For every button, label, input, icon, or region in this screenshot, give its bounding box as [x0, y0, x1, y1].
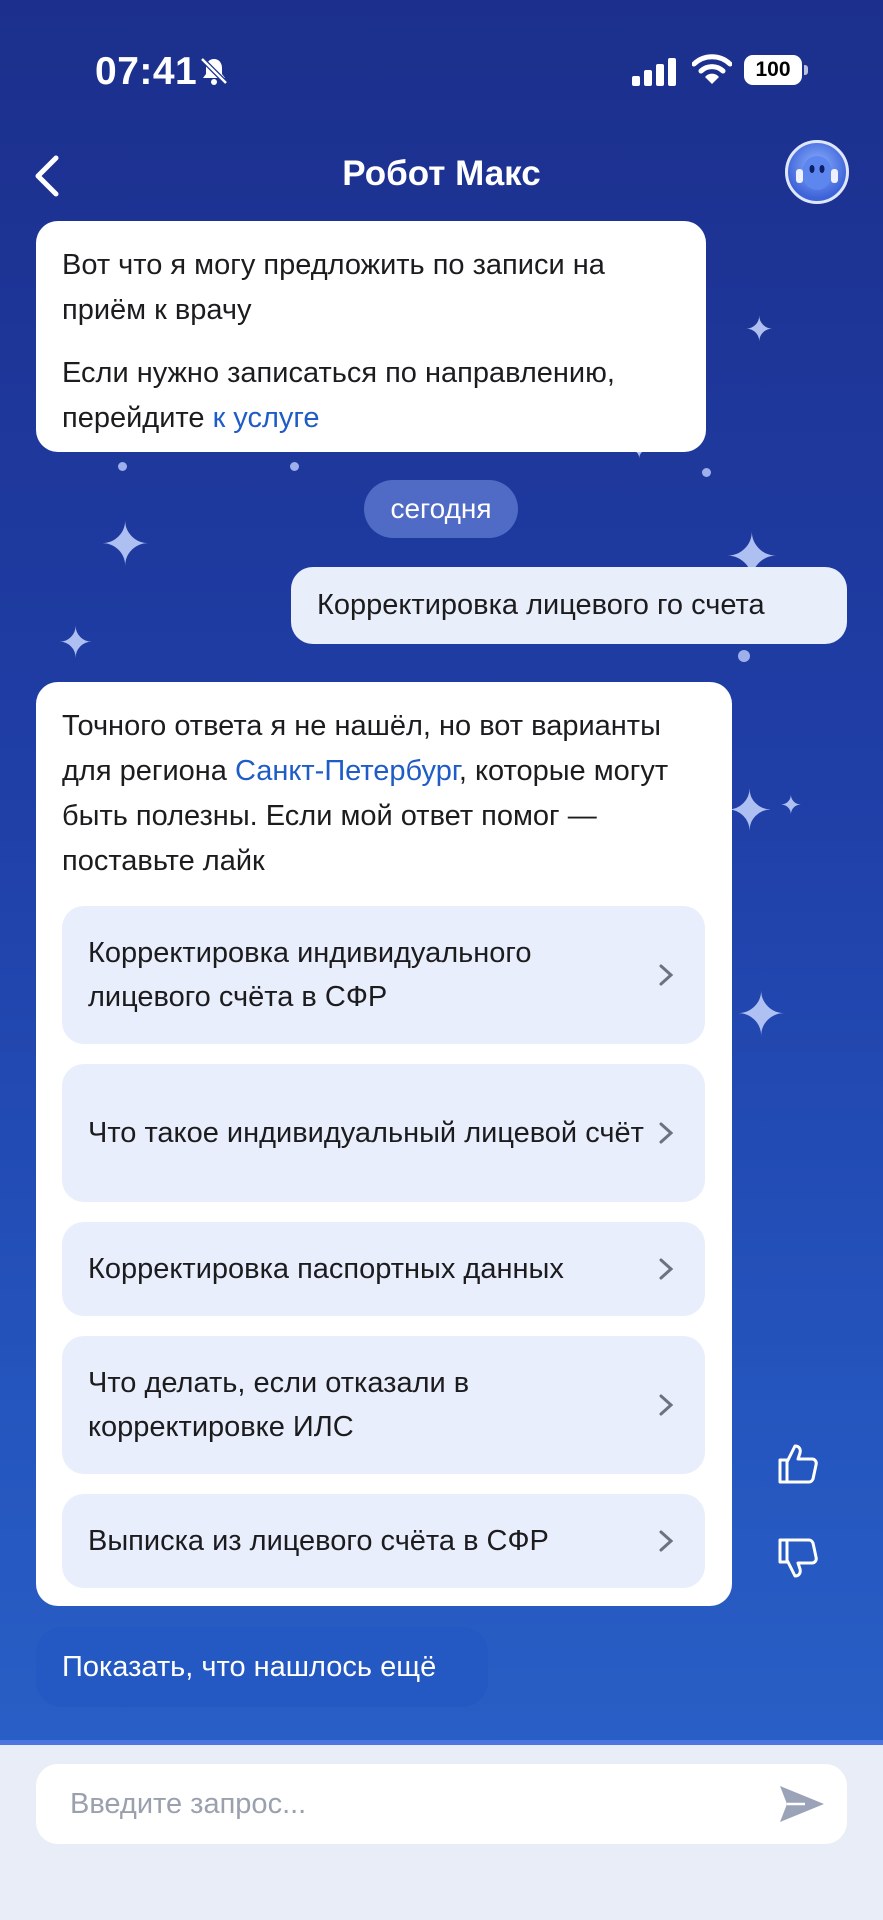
background-star: ✦	[58, 619, 94, 666]
chevron-right-icon	[659, 964, 674, 986]
background-star: ✦	[726, 779, 773, 842]
suggestion-item[interactable]: Корректировка индивидуального лицевого с…	[62, 906, 705, 1044]
cellular-signal-icon	[632, 58, 676, 86]
message-text: Вот что я могу предложить по записи на п…	[62, 249, 605, 326]
background-sparkle	[738, 650, 750, 662]
page-title: Робот Макс	[342, 154, 541, 193]
thumbs-down-icon[interactable]	[774, 1534, 822, 1582]
send-icon[interactable]	[777, 1782, 827, 1826]
message-text: Если нужно записаться по направлению, пе…	[62, 357, 615, 434]
suggestion-item[interactable]: Что делать, если отказали в корректировк…	[62, 1336, 705, 1474]
background-sparkle	[702, 468, 711, 477]
suggestion-label: Корректировка индивидуального лицевого с…	[88, 937, 532, 1013]
chevron-right-icon	[659, 1122, 674, 1144]
background-star: ✦	[745, 311, 774, 349]
show-more-button[interactable]: Показать, что нашлось ещё	[36, 1627, 488, 1707]
suggestion-item[interactable]: Корректировка паспортных данных	[62, 1222, 705, 1316]
background-sparkle	[290, 462, 299, 471]
region-link[interactable]: Санкт-Петербург	[235, 755, 459, 787]
background-star: ✦	[100, 511, 151, 578]
composer-box	[36, 1764, 847, 1844]
wifi-icon	[692, 54, 732, 84]
robot-avatar[interactable]	[785, 140, 849, 204]
suggestion-label: Корректировка паспортных данных	[88, 1253, 564, 1285]
suggestion-label: Выписка из лицевого счёта в СФР	[88, 1525, 549, 1557]
query-input[interactable]	[70, 1787, 750, 1821]
chat-header: Робот Макс	[0, 140, 883, 220]
background-star: ✦	[780, 790, 802, 820]
chevron-right-icon	[659, 1258, 674, 1280]
suggestion-label: Что такое индивидуальный лицевой счёт	[88, 1117, 644, 1149]
suggestion-item[interactable]: Что такое индивидуальный лицевой счёт	[62, 1064, 705, 1202]
service-link[interactable]: к услуге	[213, 402, 320, 434]
user-message: Корректировка лицевого го счета	[291, 567, 847, 644]
composer-area	[0, 1740, 883, 1920]
date-separator: сегодня	[364, 480, 518, 538]
robot-icon	[796, 156, 838, 190]
thumbs-up-icon[interactable]	[774, 1440, 822, 1488]
bot-message: Вот что я могу предложить по записи на п…	[36, 221, 706, 452]
battery-indicator: 100	[744, 55, 808, 85]
chevron-right-icon	[659, 1530, 674, 1552]
background-star: ✦	[736, 981, 787, 1048]
suggestion-item[interactable]: Выписка из лицевого счёта в СФР	[62, 1494, 705, 1588]
status-bar: 07:41 100	[0, 0, 883, 140]
bell-muted-icon	[200, 57, 228, 85]
message-text: Точного ответа я не нашёл, но вот вариан…	[62, 710, 669, 877]
chevron-right-icon	[659, 1394, 674, 1416]
background-sparkle	[118, 462, 127, 471]
suggestion-label: Что делать, если отказали в корректировк…	[88, 1367, 470, 1443]
status-time: 07:41	[95, 50, 198, 93]
